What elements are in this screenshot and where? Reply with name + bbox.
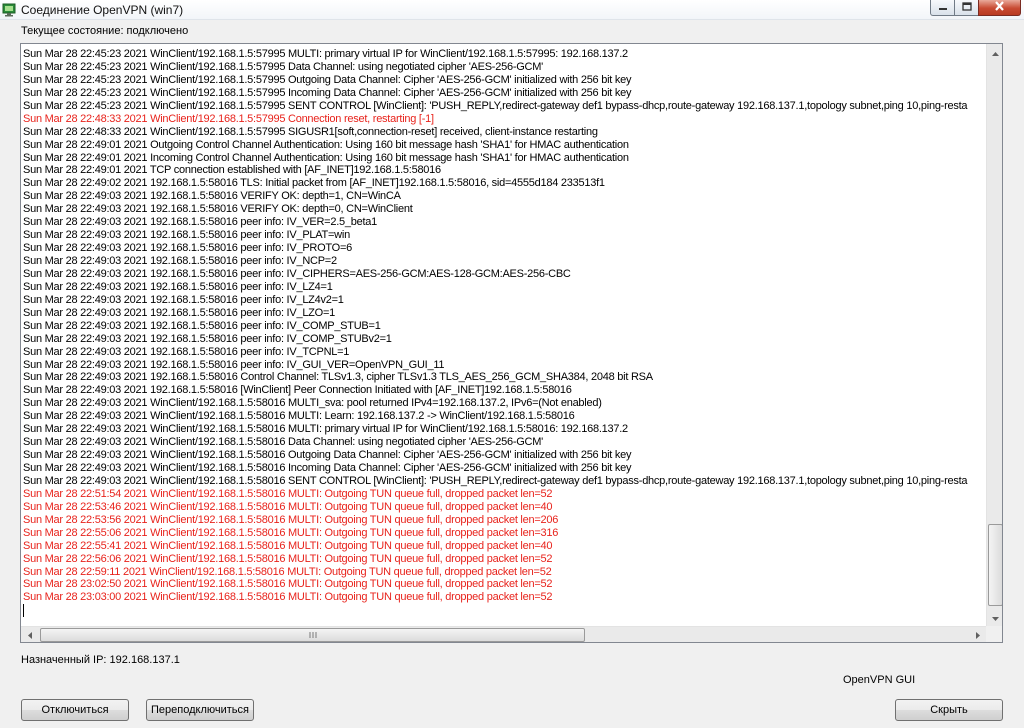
- log-line: Sun Mar 28 22:45:23 2021 WinClient/192.1…: [23, 99, 968, 112]
- log-line-error: Sun Mar 28 22:53:46 2021 WinClient/192.1…: [23, 500, 553, 513]
- log-line: Sun Mar 28 22:49:03 2021 192.168.1.5:580…: [23, 203, 413, 216]
- horizontal-scrollbar[interactable]: [21, 626, 986, 642]
- log-line: Sun Mar 28 22:49:01 2021 Outgoing Contro…: [23, 138, 629, 151]
- log-line: Sun Mar 28 22:49:03 2021 192.168.1.5:580…: [23, 371, 653, 384]
- reconnect-button[interactable]: Переподключиться: [146, 699, 254, 721]
- scrollbar-corner: [986, 626, 1002, 642]
- log-line: Sun Mar 28 22:49:03 2021 192.168.1.5:580…: [23, 384, 572, 397]
- log-line: Sun Mar 28 22:49:03 2021 192.168.1.5:580…: [23, 319, 381, 332]
- log-line: Sun Mar 28 22:49:03 2021 192.168.1.5:580…: [23, 255, 337, 267]
- log-line: Sun Mar 28 22:49:02 2021 192.168.1.5:580…: [23, 177, 605, 190]
- log-line: Sun Mar 28 22:49:03 2021 WinClient/192.1…: [23, 474, 968, 487]
- connection-state-label: Текущее состояние: подключено: [21, 25, 189, 37]
- log-line: Sun Mar 28 22:49:03 2021 WinClient/192.1…: [23, 397, 602, 410]
- minimize-button[interactable]: [930, 0, 955, 16]
- log-line: Sun Mar 28 22:49:03 2021 WinClient/192.1…: [23, 410, 575, 423]
- log-line: Sun Mar 28 22:49:03 2021 WinClient/192.1…: [23, 436, 543, 449]
- log-line: Sun Mar 28 22:45:23 2021 WinClient/192.1…: [23, 48, 628, 60]
- maximize-button[interactable]: [954, 0, 979, 16]
- arrow-right-icon: [975, 630, 980, 642]
- log-line-error: Sun Mar 28 23:03:00 2021 WinClient/192.1…: [23, 591, 553, 604]
- grip-icon: [309, 629, 317, 641]
- assigned-ip-label: Назначенный IP: 192.168.137.1: [21, 654, 180, 666]
- log-line: Sun Mar 28 22:49:03 2021 192.168.1.5:580…: [23, 306, 335, 319]
- log-line-error: Sun Mar 28 23:02:50 2021 WinClient/192.1…: [23, 578, 553, 591]
- log-line: Sun Mar 28 22:45:23 2021 WinClient/192.1…: [23, 73, 632, 86]
- text-caret: [23, 604, 24, 618]
- log-line-error: Sun Mar 28 22:48:33 2021 WinClient/192.1…: [23, 112, 434, 125]
- log-line: Sun Mar 28 22:49:03 2021 192.168.1.5:580…: [23, 280, 333, 293]
- scroll-left-button[interactable]: [21, 627, 38, 642]
- scroll-down-button[interactable]: [987, 609, 1002, 626]
- log-text-area[interactable]: Sun Mar 28 22:45:23 2021 WinClient/192.1…: [21, 44, 986, 626]
- log-line: Sun Mar 28 22:45:23 2021 WinClient/192.1…: [23, 60, 543, 73]
- log-line: Sun Mar 28 22:49:03 2021 WinClient/192.1…: [23, 449, 632, 462]
- log-line-error: Sun Mar 28 22:55:06 2021 WinClient/192.1…: [23, 526, 559, 539]
- log-line: Sun Mar 28 22:48:33 2021 WinClient/192.1…: [23, 125, 598, 138]
- arrow-up-icon: [992, 47, 999, 59]
- log-line: Sun Mar 28 22:49:03 2021 WinClient/192.1…: [23, 462, 632, 474]
- vertical-scroll-thumb[interactable]: [988, 524, 1002, 606]
- title-bar[interactable]: Соединение OpenVPN (win7): [0, 0, 1024, 20]
- openvpn-monitor-icon: [2, 2, 18, 18]
- log-line: Sun Mar 28 22:49:03 2021 192.168.1.5:580…: [23, 345, 350, 358]
- log-line: Sun Mar 28 22:49:03 2021 192.168.1.5:580…: [23, 293, 344, 306]
- close-button[interactable]: [978, 0, 1021, 16]
- log-line: Sun Mar 28 22:49:03 2021 192.168.1.5:580…: [23, 216, 378, 229]
- vertical-scrollbar[interactable]: [986, 44, 1002, 626]
- log-line: Sun Mar 28 22:49:03 2021 192.168.1.5:580…: [23, 332, 392, 345]
- log-line: Sun Mar 28 22:49:03 2021 192.168.1.5:580…: [23, 358, 445, 371]
- log-line: Sun Mar 28 22:49:01 2021 TCP connection …: [23, 164, 441, 177]
- log-line-error: Sun Mar 28 22:53:56 2021 WinClient/192.1…: [23, 513, 559, 526]
- log-line: Sun Mar 28 22:49:03 2021 192.168.1.5:580…: [23, 267, 571, 280]
- log-view[interactable]: Sun Mar 28 22:45:23 2021 WinClient/192.1…: [20, 43, 1003, 643]
- window-title: Соединение OpenVPN (win7): [21, 3, 184, 17]
- log-line-error: Sun Mar 28 22:51:54 2021 WinClient/192.1…: [23, 487, 553, 500]
- log-line: Sun Mar 28 22:49:01 2021 Incoming Contro…: [23, 151, 629, 164]
- log-line: Sun Mar 28 22:49:03 2021 192.168.1.5:580…: [23, 242, 353, 255]
- app-name-label: OpenVPN GUI: [843, 674, 916, 686]
- minimize-icon: [938, 2, 948, 14]
- log-line: Sun Mar 28 22:45:23 2021 WinClient/192.1…: [23, 86, 632, 99]
- log-line: Sun Mar 28 22:49:03 2021 192.168.1.5:580…: [23, 229, 350, 242]
- log-line: Sun Mar 28 22:49:03 2021 WinClient/192.1…: [23, 423, 628, 436]
- log-line-error: Sun Mar 28 22:55:41 2021 WinClient/192.1…: [23, 539, 553, 552]
- log-line-error: Sun Mar 28 22:56:06 2021 WinClient/192.1…: [23, 552, 553, 565]
- arrow-down-icon: [992, 612, 999, 624]
- disconnect-button[interactable]: Отключиться: [21, 699, 129, 721]
- log-line-error: Sun Mar 28 22:59:11 2021 WinClient/192.1…: [23, 565, 552, 578]
- close-icon: [994, 1, 1005, 14]
- scroll-up-button[interactable]: [987, 44, 1002, 61]
- scroll-right-button[interactable]: [969, 627, 986, 642]
- horizontal-scroll-thumb[interactable]: [40, 628, 585, 642]
- maximize-icon: [961, 1, 972, 14]
- hide-button[interactable]: Скрыть: [895, 699, 1003, 721]
- arrow-left-icon: [27, 630, 32, 642]
- log-line: Sun Mar 28 22:49:03 2021 192.168.1.5:580…: [23, 190, 401, 203]
